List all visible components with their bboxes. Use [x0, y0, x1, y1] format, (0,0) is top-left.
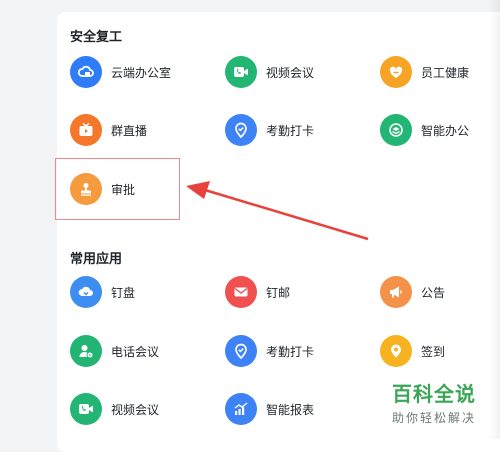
chart-report-icon — [225, 393, 257, 425]
app-video-meeting-2[interactable]: 视频会议 — [70, 392, 159, 426]
app-sign-in[interactable]: 签到 — [380, 334, 445, 368]
video-call-icon — [70, 393, 102, 425]
app-ding-mail[interactable]: 钉邮 — [225, 275, 290, 309]
megaphone-icon — [380, 276, 412, 308]
watermark-logo: 百科全说 助你轻松解决 — [378, 378, 490, 426]
app-attendance-2[interactable]: 考勤打卡 — [225, 334, 314, 368]
location-check-icon — [225, 335, 257, 367]
location-pin-icon — [380, 335, 412, 367]
app-announcement[interactable]: 公告 — [380, 275, 445, 309]
app-label: 电话会议 — [111, 344, 160, 359]
app-label: 钉盘 — [111, 285, 136, 300]
app-label: 考勤打卡 — [266, 344, 315, 359]
app-phone-meeting[interactable]: 电话会议 — [70, 334, 159, 368]
app-label: 智能报表 — [266, 402, 315, 417]
app-ding-disk[interactable]: 钉盘 — [70, 275, 135, 309]
app-label: 视频会议 — [111, 402, 160, 417]
section-title-common-apps: 常用应用 — [70, 252, 123, 267]
mail-icon — [225, 276, 257, 308]
app-label: 公告 — [421, 285, 446, 300]
app-label: 钉邮 — [266, 285, 291, 300]
phone-meeting-icon — [70, 335, 102, 367]
pointer-arrow — [186, 181, 369, 241]
watermark-title: 百科全说 — [392, 382, 476, 406]
app-label: 签到 — [421, 344, 446, 359]
edge-shadow — [489, 0, 500, 439]
cloud-disk-icon — [70, 276, 102, 308]
watermark-subtitle: 助你轻松解决 — [391, 411, 476, 425]
app-smart-report[interactable]: 智能报表 — [225, 392, 314, 426]
